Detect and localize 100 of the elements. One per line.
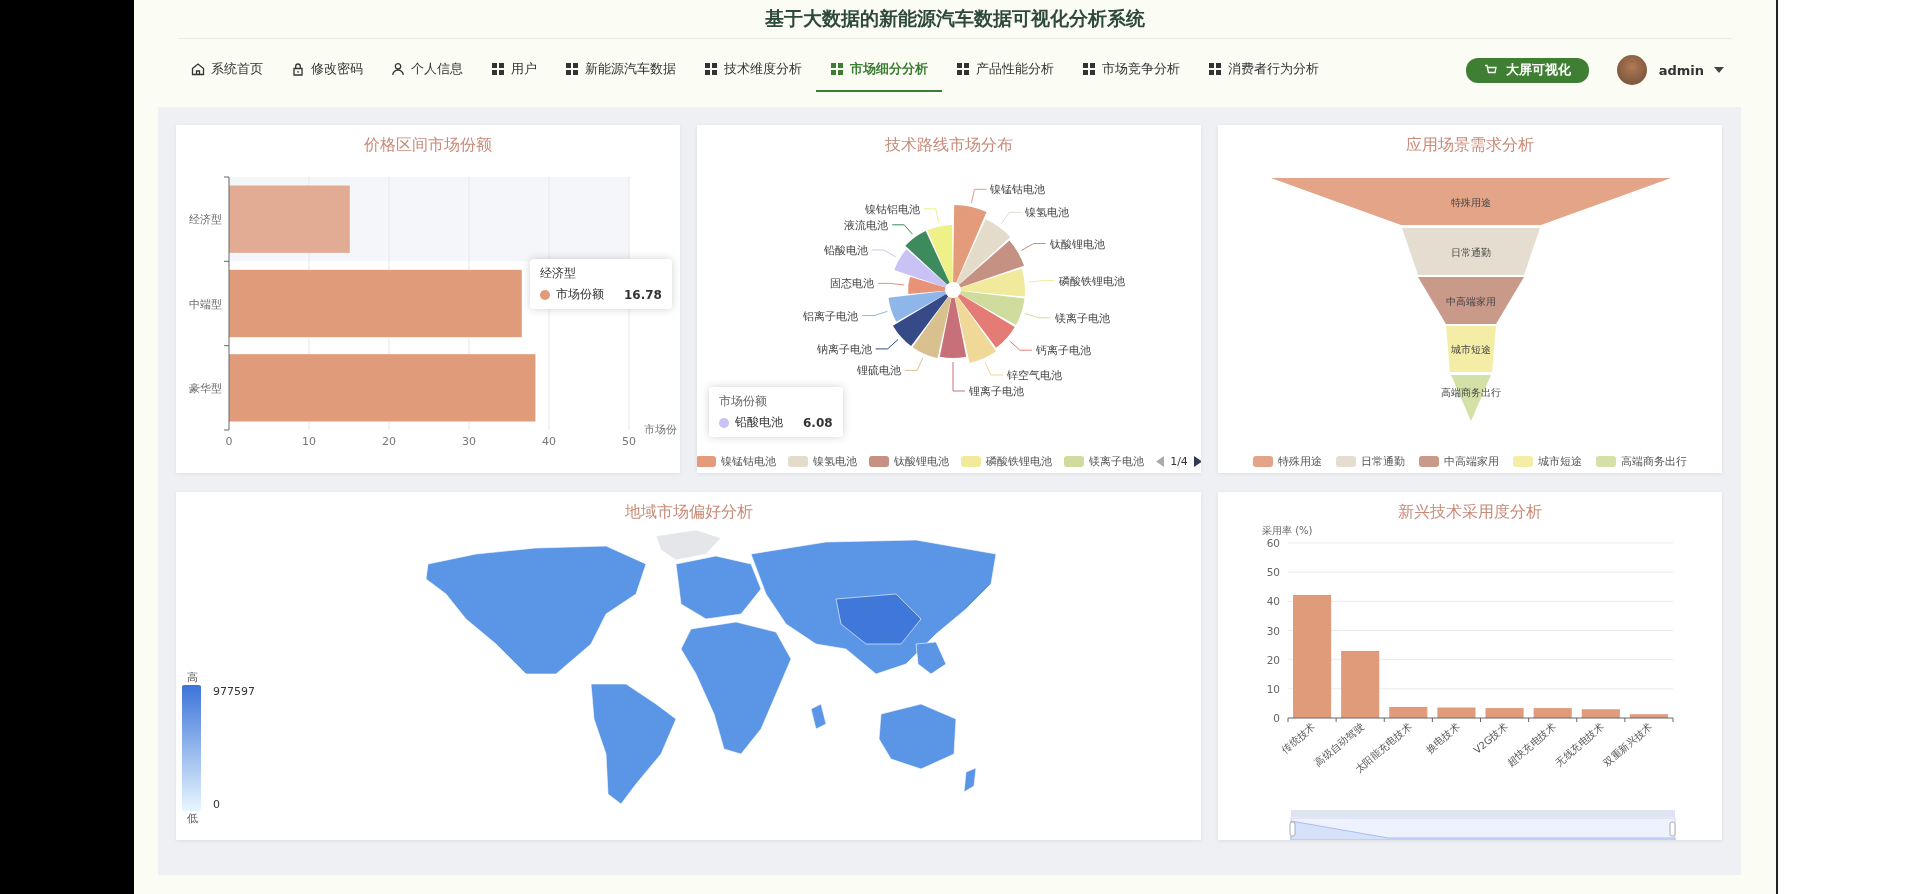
- legend-item[interactable]: 特殊用途: [1253, 453, 1322, 469]
- lock-icon: [291, 62, 305, 76]
- tick-label: 0: [225, 435, 233, 448]
- leader-line: [971, 188, 987, 204]
- legend-item[interactable]: 中高端家用: [1419, 453, 1499, 469]
- axis-label: 采用率 (%): [1262, 525, 1313, 536]
- tooltip-value: 6.08: [803, 415, 833, 430]
- bar: [1437, 707, 1476, 718]
- leader-line: [1024, 313, 1052, 319]
- stage-label: 城市短途: [1451, 344, 1491, 355]
- category-label: 经济型: [189, 213, 222, 227]
- grid-icon: [565, 62, 579, 76]
- leader-line: [1028, 280, 1055, 283]
- chart-title: 价格区间市场份额: [364, 134, 492, 156]
- nav-item[interactable]: 个人信息: [377, 48, 477, 92]
- next-page-icon[interactable]: [1193, 455, 1201, 467]
- nav-item[interactable]: 新能源汽车数据: [551, 48, 690, 92]
- nav-item[interactable]: 市场竞争分析: [1068, 48, 1194, 92]
- tick-label: 50: [622, 435, 636, 448]
- category-label: 传统技术: [1279, 721, 1318, 756]
- nav-item[interactable]: 修改密码: [277, 48, 377, 92]
- legend-min-value: 0: [213, 798, 221, 811]
- legend-item[interactable]: 高端商务出行: [1596, 453, 1687, 469]
- slice-label: 钙离子电池: [1035, 344, 1091, 357]
- caret-icon[interactable]: [1714, 66, 1724, 74]
- data-zoom-slider[interactable]: [1289, 810, 1676, 840]
- tick-label: 50: [1266, 566, 1280, 579]
- legend-item[interactable]: 镁离子电池: [1064, 453, 1145, 469]
- slice-label: 铅酸电池: [823, 244, 868, 256]
- slice-label: 锂离子电池: [969, 384, 1024, 397]
- legend-item[interactable]: 日常通勤: [1336, 453, 1405, 469]
- tick-label: 20: [1266, 653, 1280, 666]
- nav-item[interactable]: 消费者行为分析: [1194, 48, 1333, 92]
- legend-item[interactable]: 镍氢电池: [788, 453, 858, 469]
- bar: [1341, 650, 1380, 718]
- leader-line: [871, 249, 897, 258]
- legend-item[interactable]: 城市短途: [1513, 453, 1582, 469]
- leader-line: [1009, 340, 1033, 351]
- slice-label: 镍氢电池: [1025, 206, 1070, 219]
- tick-label: 30: [1266, 624, 1280, 637]
- big-screen-button[interactable]: 大屏可视化: [1465, 57, 1589, 83]
- grid-icon: [1082, 62, 1096, 76]
- nav-item[interactable]: 技术维度分析: [690, 48, 816, 92]
- tick-label: 60: [1266, 537, 1280, 549]
- slice-label: 铝离子电池: [803, 309, 859, 322]
- legend-item[interactable]: 钛酸锂电池: [869, 453, 950, 469]
- user-name[interactable]: admin: [1658, 62, 1704, 78]
- slice-label: 钠离子电池: [816, 342, 872, 355]
- stage-label: 中高端家用: [1446, 295, 1496, 307]
- slice-label: 锌空气电池: [1006, 368, 1062, 381]
- legend-high-label: 高: [186, 670, 198, 685]
- nav-item[interactable]: 产品性能分析: [942, 48, 1068, 92]
- tick-label: 40: [1266, 595, 1280, 608]
- slice-label: 镍锰钴电池: [990, 183, 1046, 196]
- bar: [1485, 708, 1524, 718]
- series-name: 市场份额: [556, 286, 604, 303]
- bar: [1533, 708, 1572, 718]
- slice-label: 镁离子电池: [1054, 311, 1110, 324]
- chart-title: 技术路线市场分布: [885, 134, 1013, 156]
- avatar[interactable]: [1616, 55, 1647, 85]
- leader-line: [861, 310, 888, 317]
- tooltip-title: 市场份额: [719, 393, 768, 410]
- legend-item[interactable]: 镍锰钴电池: [697, 453, 777, 469]
- tick-label: 40: [542, 435, 556, 448]
- legend-max-value: 977597: [213, 685, 255, 698]
- stage-label: 日常通勤: [1451, 246, 1491, 258]
- leader-line: [952, 361, 966, 392]
- chart-title: 地域市场偏好分析: [624, 501, 753, 523]
- series-name: 铅酸电池: [735, 414, 783, 431]
- tick-label: 10: [1266, 682, 1280, 695]
- leader-line: [1020, 243, 1046, 251]
- slice-label: 液流电池: [844, 218, 889, 231]
- axis-label: 市场份: [644, 423, 677, 436]
- nav-item[interactable]: 用户: [477, 48, 551, 92]
- bar: [1389, 706, 1428, 718]
- grid-icon: [704, 62, 718, 76]
- leader-line: [904, 357, 924, 371]
- page-indicator: 1/4: [1170, 454, 1188, 468]
- legend-item[interactable]: 磷酸铁锂电池: [961, 453, 1053, 469]
- grid-icon: [1208, 62, 1222, 76]
- bar: [1581, 709, 1620, 718]
- leader-line: [923, 208, 940, 223]
- app-title: 基于大数据的新能源汽车数据可视化分析系统: [765, 6, 1145, 31]
- leader-line: [891, 224, 913, 235]
- tick-label: 20: [382, 435, 396, 448]
- tooltip-value: 16.78: [624, 287, 662, 302]
- grid-icon: [830, 62, 844, 76]
- category-label: 豪华型: [189, 381, 222, 395]
- leader-line: [1000, 211, 1022, 225]
- home-icon: [191, 62, 205, 76]
- grid-icon: [956, 62, 970, 76]
- stage-label: 特殊用途: [1451, 196, 1491, 208]
- tick-label: 10: [302, 435, 316, 448]
- bar: [1629, 714, 1668, 718]
- nav-item[interactable]: 市场细分分析: [816, 48, 942, 92]
- leader-line: [984, 361, 1004, 376]
- category-label: 换电技术: [1424, 721, 1462, 756]
- nav-item[interactable]: 系统首页: [177, 48, 277, 92]
- tick-label: 30: [462, 435, 476, 448]
- slice-label: 钛酸锂电池: [1049, 237, 1105, 250]
